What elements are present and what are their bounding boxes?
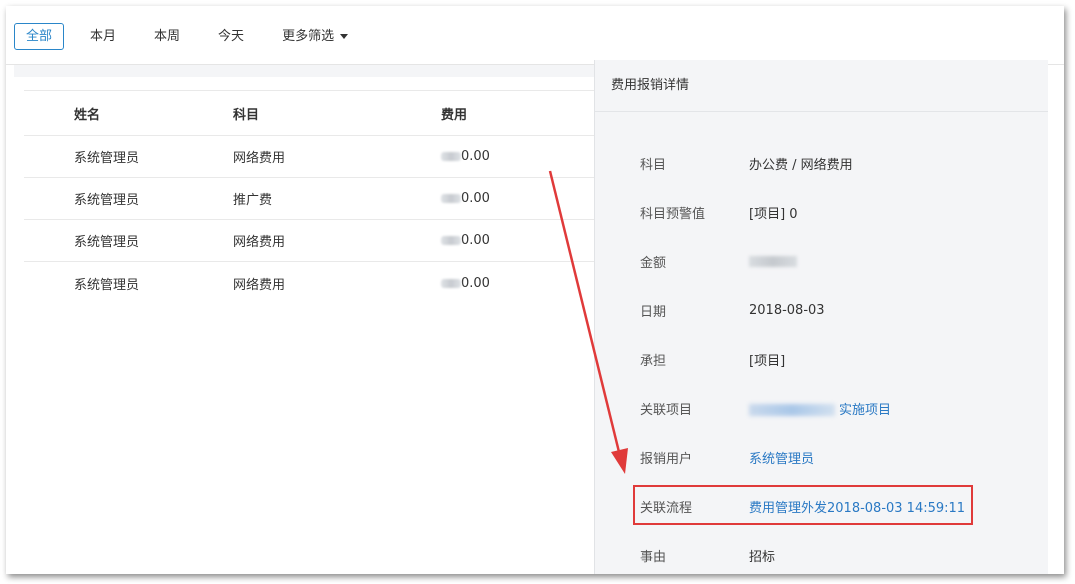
redacted-amount <box>441 236 461 245</box>
more-filters-dropdown[interactable]: 更多筛选 <box>270 23 360 50</box>
cost-suffix: 0.00 <box>461 149 490 164</box>
cell-name: 系统管理员 <box>74 277 140 293</box>
cost-suffix: 0.00 <box>461 275 490 291</box>
detail-row-bearer: 承担 [项目] <box>595 344 1048 374</box>
redacted-amount <box>441 278 461 288</box>
table-toolbar-strip <box>14 65 594 77</box>
filter-week-button[interactable]: 本周 <box>142 23 192 50</box>
redacted-amount <box>749 255 797 267</box>
cell-cost: 0.00 <box>441 233 561 248</box>
filter-month-button[interactable]: 本月 <box>78 23 128 50</box>
cell-subject: 网络费用 <box>233 277 286 293</box>
filter-bar: 全部 本月 本周 今天 更多筛选 <box>6 18 1064 54</box>
detail-label: 金额 <box>640 255 667 271</box>
filter-today-button[interactable]: 今天 <box>206 23 256 50</box>
detail-label: 科目 <box>640 157 667 173</box>
column-header-cost[interactable]: 费用 <box>441 104 561 123</box>
cost-suffix: 0.00 <box>461 233 490 248</box>
related-project-link[interactable]: 实施项目 <box>749 399 891 418</box>
detail-value: [项目] <box>749 353 786 369</box>
detail-value-redacted <box>749 254 797 269</box>
table-row[interactable]: 系统管理员 网络费用 0.00 <box>24 262 594 304</box>
cell-name: 系统管理员 <box>74 151 140 166</box>
filter-all-button[interactable]: 全部 <box>14 22 65 50</box>
app-window: 全部 本月 本周 今天 更多筛选 姓名 科目 费用 系统管理员 网络费用 0.0… <box>6 6 1064 574</box>
column-header-name[interactable]: 姓名 <box>24 104 233 123</box>
detail-row-reason: 事由 招标 <box>595 540 1048 570</box>
reimburse-user-link[interactable]: 系统管理员 <box>749 448 814 467</box>
table-row[interactable]: 系统管理员 推广费 0.00 <box>24 178 594 220</box>
detail-value: 招标 <box>749 549 776 565</box>
expense-detail-panel: 费用报销详情 科目 办公费 / 网络费用 科目预警值 [项目] 0 金额 日期 … <box>594 60 1048 574</box>
cost-suffix: 0.00 <box>461 191 490 206</box>
expense-table: 姓名 科目 费用 系统管理员 网络费用 0.00 系统管理员 推广费 0.00 … <box>24 90 594 304</box>
related-workflow-link[interactable]: 费用管理外发2018-08-03 14:59:11 <box>749 497 965 516</box>
detail-value: 2018-08-03 <box>749 302 825 318</box>
cell-subject: 推广费 <box>233 193 273 208</box>
cell-name: 系统管理员 <box>74 193 140 208</box>
detail-label: 关联项目 <box>640 402 693 418</box>
caret-down-icon <box>340 33 349 39</box>
cell-name: 系统管理员 <box>74 235 140 250</box>
detail-row-project: 关联项目 实施项目 <box>595 393 1048 423</box>
detail-label: 科目预警值 <box>640 206 706 222</box>
detail-row-workflow: 关联流程 费用管理外发2018-08-03 14:59:11 <box>595 491 1048 521</box>
detail-label: 日期 <box>640 304 667 320</box>
redacted-amount <box>441 152 461 161</box>
detail-label: 承担 <box>640 353 667 369</box>
detail-row-warning: 科目预警值 [项目] 0 <box>595 197 1048 227</box>
table-row[interactable]: 系统管理员 网络费用 0.00 <box>24 220 594 262</box>
cell-subject: 网络费用 <box>233 235 286 250</box>
detail-row-subject: 科目 办公费 / 网络费用 <box>595 148 1048 178</box>
detail-label: 关联流程 <box>640 500 693 516</box>
more-filters-label: 更多筛选 <box>282 28 335 44</box>
redacted-project-name <box>749 404 835 416</box>
detail-row-user: 报销用户 系统管理员 <box>595 442 1048 472</box>
table-row[interactable]: 系统管理员 网络费用 0.00 <box>24 136 594 178</box>
detail-value: 办公费 / 网络费用 <box>749 157 853 173</box>
cell-cost: 0.00 <box>441 191 561 206</box>
detail-row-amount: 金额 <box>595 246 1048 276</box>
table-header-row: 姓名 科目 费用 <box>24 90 594 136</box>
column-header-subject[interactable]: 科目 <box>233 104 441 123</box>
detail-label: 报销用户 <box>640 451 693 467</box>
panel-title: 费用报销详情 <box>595 60 1048 112</box>
related-project-suffix: 实施项目 <box>839 402 892 418</box>
redacted-amount <box>441 194 461 203</box>
cell-subject: 网络费用 <box>233 151 286 166</box>
detail-row-date: 日期 2018-08-03 <box>595 295 1048 325</box>
detail-value: [项目] 0 <box>749 206 798 222</box>
cell-cost: 0.00 <box>441 276 561 291</box>
detail-label: 事由 <box>640 549 667 565</box>
cell-cost: 0.00 <box>441 149 561 164</box>
